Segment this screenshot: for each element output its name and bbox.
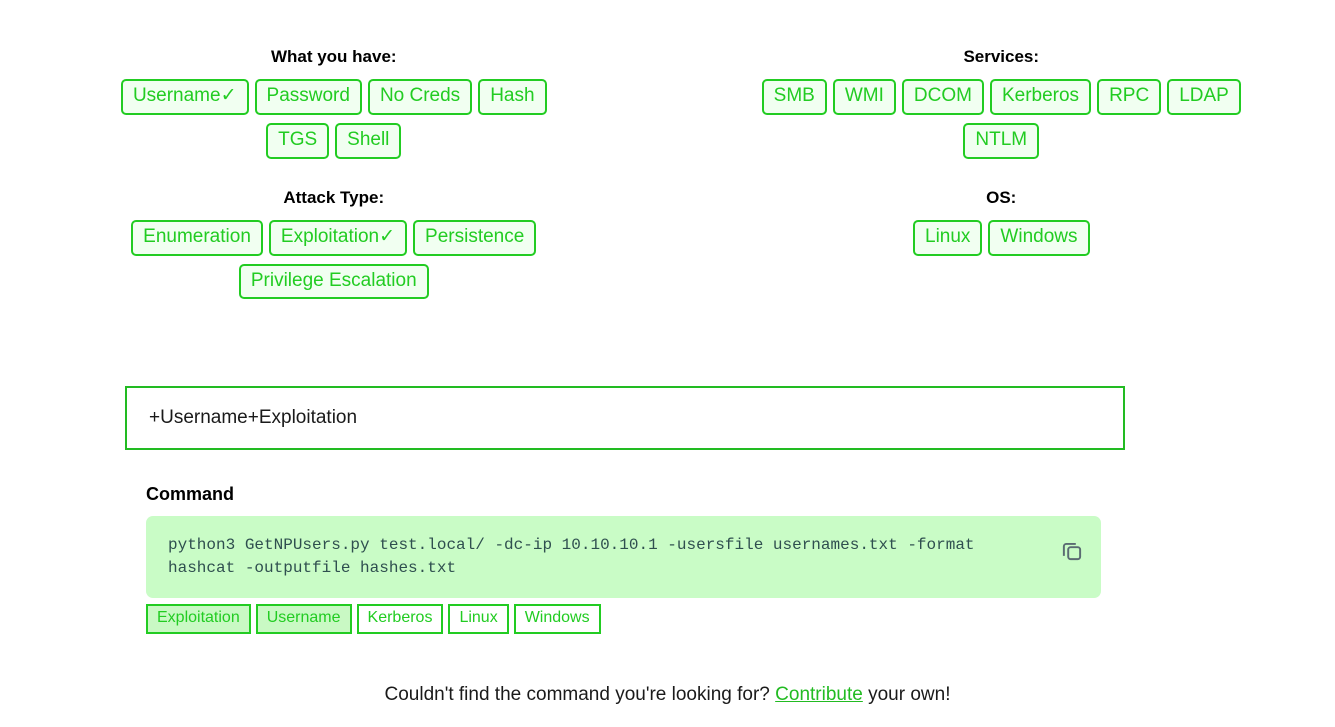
button-row: Privilege Escalation: [0, 263, 668, 300]
filter-button-linux[interactable]: Linux: [913, 219, 983, 256]
button-rows-services: SMB WMI DCOM Kerberos RPC LDAP NTLM: [668, 79, 1335, 159]
filter-button-hash[interactable]: Hash: [478, 79, 547, 115]
filter-button-username[interactable]: Username✓: [120, 79, 249, 115]
filter-button-privilege-escalation[interactable]: Privilege Escalation: [238, 263, 429, 300]
group-title-attack-type: Attack Type:: [283, 187, 385, 207]
group-attack-type: Attack Type: Enumeration Exploitation✓ P…: [0, 189, 668, 308]
group-title-what-you-have: What you have:: [270, 47, 397, 66]
button-row: NTLM: [668, 122, 1335, 159]
filter-button-password[interactable]: Password: [254, 79, 362, 115]
command-heading: Command: [146, 484, 235, 504]
filter-button-dcom[interactable]: DCOM: [901, 79, 984, 115]
button-rows-what-you-have: Username✓ Password No Creds Hash TGS She…: [120, 79, 668, 159]
filter-button-persistence[interactable]: Persistence: [413, 219, 537, 256]
filter-button-no-creds[interactable]: No Creds: [367, 79, 473, 115]
filter-button-rpc[interactable]: RPC: [1097, 79, 1162, 115]
filter-button-exploitation[interactable]: Exploitation✓: [268, 219, 408, 256]
group-what-you-have: What you have: Username✓ Password No Cre…: [0, 48, 668, 167]
filter-selector-area: What you have: Username✓ Password No Cre…: [0, 0, 1335, 307]
selector-row-1: What you have: Username✓ Password No Cre…: [0, 0, 1335, 167]
group-title-os: OS:: [986, 187, 1017, 207]
footer: Couldn't find the command you're looking…: [0, 684, 1335, 706]
tag-exploitation[interactable]: Exploitation: [146, 604, 251, 635]
filter-button-tgs[interactable]: TGS: [266, 122, 330, 159]
button-rows-os: Linux Windows: [668, 219, 1335, 256]
group-title-services: Services:: [963, 47, 1040, 66]
filter-button-wmi[interactable]: WMI: [832, 79, 896, 115]
footer-text-after: your own!: [862, 684, 951, 705]
command-text: python3 GetNPUsers.py test.local/ -dc-ip…: [168, 536, 985, 578]
group-services: Services: SMB WMI DCOM Kerberos RPC LDAP…: [668, 48, 1335, 167]
filter-button-windows[interactable]: Windows: [988, 219, 1090, 256]
tag-windows[interactable]: Windows: [513, 604, 601, 635]
contribute-link[interactable]: Contribute: [775, 684, 863, 705]
filter-summary-text: +Username+Exploitation: [149, 407, 358, 428]
command-tag-row: Exploitation Username Kerberos Linux Win…: [146, 604, 601, 635]
group-os: OS: Linux Windows: [668, 189, 1335, 308]
footer-text-before: Couldn't find the command you're looking…: [384, 684, 776, 705]
command-code-block: python3 GetNPUsers.py test.local/ -dc-ip…: [146, 516, 1101, 599]
filter-button-ldap[interactable]: LDAP: [1167, 79, 1241, 115]
button-row: SMB WMI DCOM Kerberos RPC LDAP: [668, 79, 1335, 115]
filter-summary-bar[interactable]: +Username+Exploitation: [125, 386, 1125, 450]
selector-row-2: Attack Type: Enumeration Exploitation✓ P…: [0, 167, 1335, 308]
button-row: Enumeration Exploitation✓ Persistence: [0, 219, 668, 256]
filter-button-smb[interactable]: SMB: [761, 79, 827, 115]
tag-kerberos[interactable]: Kerberos: [356, 604, 444, 635]
filter-button-ntlm[interactable]: NTLM: [963, 122, 1040, 159]
button-row: Linux Windows: [668, 219, 1335, 256]
filter-button-enumeration[interactable]: Enumeration: [131, 219, 263, 256]
filter-button-shell[interactable]: Shell: [335, 122, 402, 159]
copy-icon[interactable]: [1059, 538, 1085, 564]
button-rows-attack-type: Enumeration Exploitation✓ Persistence Pr…: [131, 219, 668, 300]
button-row: TGS Shell: [0, 122, 668, 159]
tag-linux[interactable]: Linux: [448, 604, 509, 635]
button-row: Username✓ Password No Creds Hash: [0, 79, 668, 115]
filter-button-kerberos[interactable]: Kerberos: [989, 79, 1092, 115]
tag-username[interactable]: Username: [255, 604, 352, 635]
